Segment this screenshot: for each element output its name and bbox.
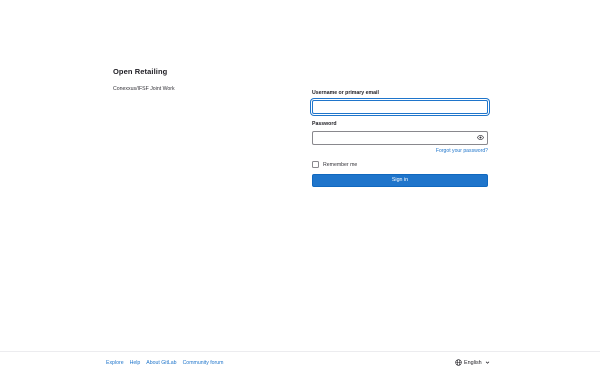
remember-me-label[interactable]: Remember me bbox=[323, 162, 357, 168]
sign-in-form: Username or primary email Password Forgo… bbox=[312, 90, 488, 187]
language-selector[interactable]: English bbox=[455, 359, 490, 366]
password-input[interactable] bbox=[312, 131, 488, 145]
footer-links: Explore Help About GitLab Community foru… bbox=[106, 360, 224, 366]
brand-description: Conexxus/IFSF Joint Work bbox=[113, 86, 175, 92]
globe-icon bbox=[455, 359, 462, 366]
password-field-wrap bbox=[312, 131, 488, 145]
footer: Explore Help About GitLab Community foru… bbox=[0, 351, 600, 375]
username-label: Username or primary email bbox=[312, 90, 379, 96]
brand-title: Open Retailing bbox=[113, 67, 168, 76]
sign-in-button[interactable]: Sign in bbox=[312, 174, 488, 187]
username-input[interactable] bbox=[312, 100, 488, 114]
footer-link-community-forum[interactable]: Community forum bbox=[183, 360, 224, 366]
remember-me-checkbox[interactable] bbox=[312, 161, 319, 168]
footer-link-explore[interactable]: Explore bbox=[106, 360, 124, 366]
footer-link-about-gitlab[interactable]: About GitLab bbox=[146, 360, 176, 366]
remember-me-row: Remember me bbox=[312, 160, 488, 169]
footer-link-help[interactable]: Help bbox=[130, 360, 141, 366]
password-group: Password bbox=[312, 121, 488, 145]
forgot-password-link[interactable]: Forgot your password? bbox=[312, 148, 488, 156]
password-label: Password bbox=[312, 121, 337, 127]
language-label: English bbox=[464, 359, 482, 366]
username-group: Username or primary email bbox=[312, 90, 488, 114]
eye-icon[interactable] bbox=[477, 134, 484, 141]
chevron-down-icon bbox=[485, 361, 489, 364]
sign-in-page: Open Retailing Conexxus/IFSF Joint Work … bbox=[0, 0, 600, 375]
